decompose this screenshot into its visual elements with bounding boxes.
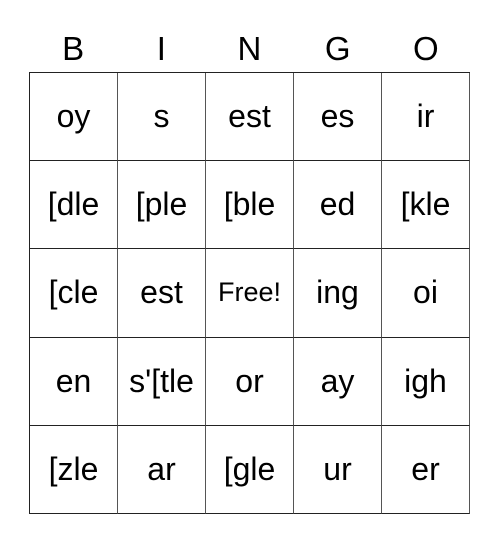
bingo-cell[interactable]: est	[206, 73, 294, 162]
bingo-cell[interactable]: s	[118, 73, 206, 162]
bingo-cell[interactable]: oy	[30, 73, 118, 162]
bingo-cell[interactable]: ed	[294, 161, 382, 250]
bingo-cell[interactable]: en	[30, 337, 118, 426]
bingo-cell[interactable]: [ple	[118, 161, 206, 250]
bingo-grid: oy s est es ir [dle [ple [ble ed [kle [cle est Free!…	[29, 72, 470, 514]
bingo-cell[interactable]: igh	[382, 337, 470, 426]
header-letter-i: I	[156, 30, 166, 67]
bingo-cell[interactable]: [dle	[30, 161, 118, 250]
bingo-cell-free[interactable]: Free!	[206, 249, 294, 338]
bingo-cell[interactable]: [cle	[30, 249, 118, 338]
bingo-cell[interactable]: [kle	[382, 161, 470, 250]
header-letter-g: G	[324, 30, 351, 67]
bingo-cell[interactable]: ir	[382, 73, 470, 162]
bingo-cell[interactable]: [zle	[30, 425, 118, 514]
bingo-cell[interactable]: s'[tle	[118, 337, 206, 426]
bingo-cell[interactable]: [ble	[206, 161, 294, 250]
bingo-cell[interactable]: ay	[294, 337, 382, 426]
bingo-cell[interactable]: ing	[294, 249, 382, 338]
bingo-header: B I N G O	[29, 26, 470, 72]
bingo-cell[interactable]: ar	[118, 425, 206, 514]
bingo-cell[interactable]: [gle	[206, 425, 294, 514]
bingo-cell[interactable]: er	[382, 425, 470, 514]
bingo-cell[interactable]: ur	[294, 425, 382, 514]
bingo-cell[interactable]: es	[294, 73, 382, 162]
header-letter-n: N	[237, 30, 262, 67]
header-letter-o: O	[413, 30, 439, 67]
header-letter-b: B	[62, 30, 85, 67]
bingo-cell[interactable]: or	[206, 337, 294, 426]
bingo-cell[interactable]: est	[118, 249, 206, 338]
bingo-cell[interactable]: oi	[382, 249, 470, 338]
